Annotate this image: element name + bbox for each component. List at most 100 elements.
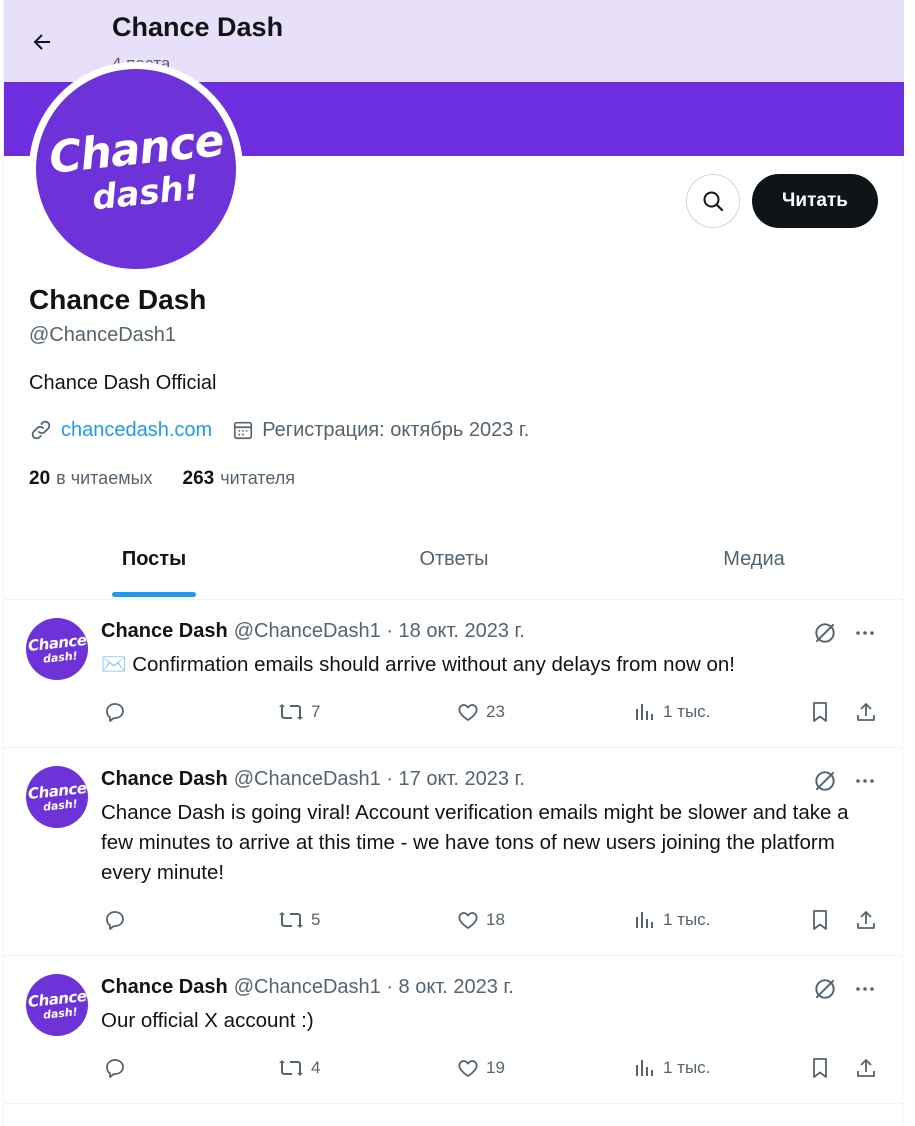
- reply-icon: [106, 911, 124, 930]
- retweet-button[interactable]: 5: [277, 908, 320, 932]
- share-button[interactable]: [854, 1056, 878, 1080]
- profile-page: Chance Dash 4 поста Chance dash! Читать …: [3, 0, 904, 1126]
- avatar-logo: Chance dash!: [36, 69, 236, 269]
- avatar-text-line2: dash!: [42, 648, 78, 666]
- share-button[interactable]: [854, 908, 878, 932]
- views-button[interactable]: 1 тыс.: [633, 700, 710, 724]
- share-icon: [857, 703, 875, 721]
- post-author-name[interactable]: Chance Dash: [101, 768, 228, 791]
- following-label: в читаемых: [56, 468, 153, 488]
- followers-link[interactable]: 263 читателя: [183, 468, 296, 490]
- like-button[interactable]: 18: [456, 908, 505, 932]
- bookmark-icon: [813, 702, 827, 722]
- like-button[interactable]: 19: [456, 1056, 505, 1080]
- share-button[interactable]: [854, 700, 878, 724]
- post-avatar[interactable]: Chance dash!: [26, 766, 88, 828]
- views-icon: [636, 912, 653, 928]
- reply-icon: [106, 1059, 124, 1078]
- like-count: 23: [486, 702, 505, 721]
- heart-icon: [458, 704, 478, 721]
- post-meta[interactable]: @ChanceDash1 · 8 окт. 2023 г.: [234, 976, 514, 999]
- retweet-button[interactable]: 4: [277, 1056, 320, 1080]
- join-date-text: Регистрация: октябрь 2023 г.: [262, 418, 530, 441]
- follow-button[interactable]: Читать: [752, 174, 878, 228]
- bookmark-button[interactable]: [808, 1056, 832, 1080]
- views-count: 1 тыс.: [663, 910, 711, 929]
- post-item[interactable]: Chance dash! Chance Dash @ChanceDash1 · …: [4, 600, 904, 748]
- post-meta[interactable]: @ChanceDash1 · 18 окт. 2023 г.: [234, 620, 525, 643]
- reply-icon: [106, 703, 124, 722]
- post-avatar[interactable]: Chance dash!: [26, 618, 88, 680]
- followers-count: 263: [182, 468, 215, 489]
- following-link[interactable]: 20 в читаемых: [29, 468, 153, 490]
- grok-button[interactable]: [810, 766, 840, 796]
- like-count: 19: [486, 1058, 505, 1077]
- share-icon: [857, 911, 875, 929]
- follow-stats: 20 в читаемых 263 читателя: [29, 468, 325, 490]
- retweet-icon: [279, 704, 303, 720]
- tab-posts-label: Посты: [121, 548, 187, 570]
- views-count: 1 тыс.: [663, 1058, 711, 1077]
- post-actions: 7 23 1 тыс.: [101, 700, 886, 730]
- tab-replies[interactable]: Ответы: [304, 520, 604, 599]
- tab-replies-label: Ответы: [419, 548, 489, 570]
- more-button[interactable]: [850, 618, 880, 648]
- post-avatar[interactable]: Chance dash!: [26, 974, 88, 1036]
- profile-name: Chance Dash: [29, 284, 207, 315]
- grok-button[interactable]: [810, 618, 840, 648]
- search-icon: [703, 191, 724, 212]
- post-item[interactable]: Chance dash! Chance Dash @ChanceDash1 · …: [4, 956, 904, 1104]
- views-button[interactable]: 1 тыс.: [633, 1056, 710, 1080]
- page-title: Chance Dash: [112, 12, 284, 42]
- retweet-button[interactable]: 7: [277, 700, 320, 724]
- more-icon: [856, 631, 874, 635]
- views-count: 1 тыс.: [663, 702, 711, 721]
- post-author-name[interactable]: Chance Dash: [101, 620, 228, 643]
- post-item[interactable]: Chance dash! Chance Dash @ChanceDash1 · …: [4, 748, 904, 956]
- more-button[interactable]: [850, 766, 880, 796]
- grok-button[interactable]: [810, 974, 840, 1004]
- post-actions: 4 19 1 тыс.: [101, 1056, 886, 1086]
- profile-handle: @ChanceDash1: [29, 324, 177, 346]
- followers-label: читателя: [220, 468, 296, 488]
- post-actions: 5 18 1 тыс.: [101, 908, 886, 938]
- profile-tabs: Посты Ответы Медиа: [4, 520, 904, 600]
- retweet-count: 7: [311, 702, 321, 721]
- reply-button[interactable]: [103, 700, 127, 724]
- avatar-text-line2: dash!: [42, 1004, 78, 1022]
- join-date: Регистрация: октябрь 2023 г.: [232, 419, 529, 442]
- grok-icon: [815, 771, 835, 791]
- post-header: Chance Dash @ChanceDash1 · 8 окт. 2023 г…: [101, 976, 514, 999]
- tab-media-label: Медиа: [723, 548, 785, 570]
- tab-posts[interactable]: Посты: [4, 520, 304, 599]
- reply-button[interactable]: [103, 908, 127, 932]
- more-icon: [856, 987, 874, 991]
- post-header: Chance Dash @ChanceDash1 · 17 окт. 2023 …: [101, 768, 525, 791]
- heart-icon: [458, 1060, 478, 1077]
- grok-icon: [815, 623, 835, 643]
- post-meta[interactable]: @ChanceDash1 · 17 окт. 2023 г.: [234, 768, 525, 791]
- back-button[interactable]: [22, 22, 62, 62]
- logo-text-line2: dash!: [90, 167, 202, 219]
- avatar-text-line2: dash!: [42, 796, 78, 814]
- active-tab-indicator: [112, 592, 196, 597]
- bookmark-button[interactable]: [808, 908, 832, 932]
- heart-icon: [458, 912, 478, 929]
- tab-media[interactable]: Медиа: [604, 520, 904, 599]
- profile-avatar[interactable]: Chance dash!: [29, 62, 243, 276]
- search-profile-button[interactable]: [686, 174, 740, 228]
- link-icon: [31, 420, 51, 440]
- retweet-count: 5: [311, 910, 321, 929]
- views-icon: [636, 704, 653, 720]
- views-button[interactable]: 1 тыс.: [633, 908, 710, 932]
- reply-button[interactable]: [103, 1056, 127, 1080]
- like-button[interactable]: 23: [456, 700, 505, 724]
- website-link[interactable]: chancedash.com: [61, 419, 212, 442]
- profile-bio: Chance Dash Official: [29, 372, 217, 394]
- bookmark-button[interactable]: [808, 700, 832, 724]
- post-author-name[interactable]: Chance Dash: [101, 976, 228, 999]
- post-header: Chance Dash @ChanceDash1 · 18 окт. 2023 …: [101, 620, 525, 643]
- retweet-icon: [279, 912, 303, 928]
- calendar-icon: [234, 421, 253, 440]
- more-button[interactable]: [850, 974, 880, 1004]
